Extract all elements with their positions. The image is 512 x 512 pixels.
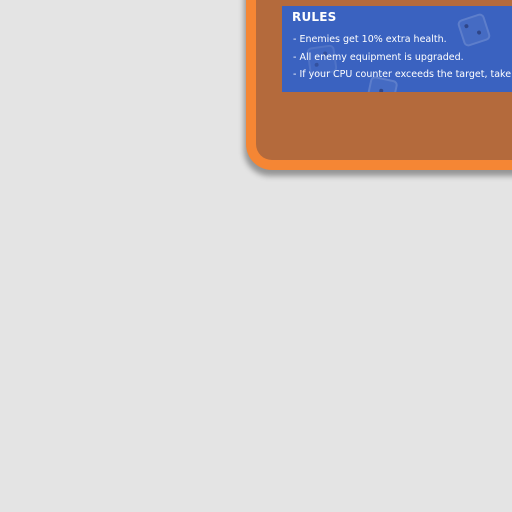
rule-item: All enemy equipment is upgraded. xyxy=(293,49,512,67)
rules-list: Enemies get 10% extra health. All enemy … xyxy=(293,31,512,84)
rule-text: All enemy equipment is upgraded. xyxy=(299,51,464,63)
rule-item: If your CPU counter exceeds the target, … xyxy=(293,66,512,84)
rules-title: RULES xyxy=(292,10,337,24)
rule-text: Enemies get 10% extra health. xyxy=(299,34,447,45)
rules-card: RULES Enemies get 10% extra health. All … xyxy=(246,0,512,170)
rule-item: Enemies get 10% extra health. xyxy=(293,31,512,49)
rules-card-body: RULES Enemies get 10% extra health. All … xyxy=(256,0,512,160)
game-screen: RULES Enemies get 10% extra health. All … xyxy=(0,0,512,512)
rule-text: If your CPU counter exceeds the target, … xyxy=(299,69,512,80)
rules-panel: RULES Enemies get 10% extra health. All … xyxy=(282,6,512,92)
